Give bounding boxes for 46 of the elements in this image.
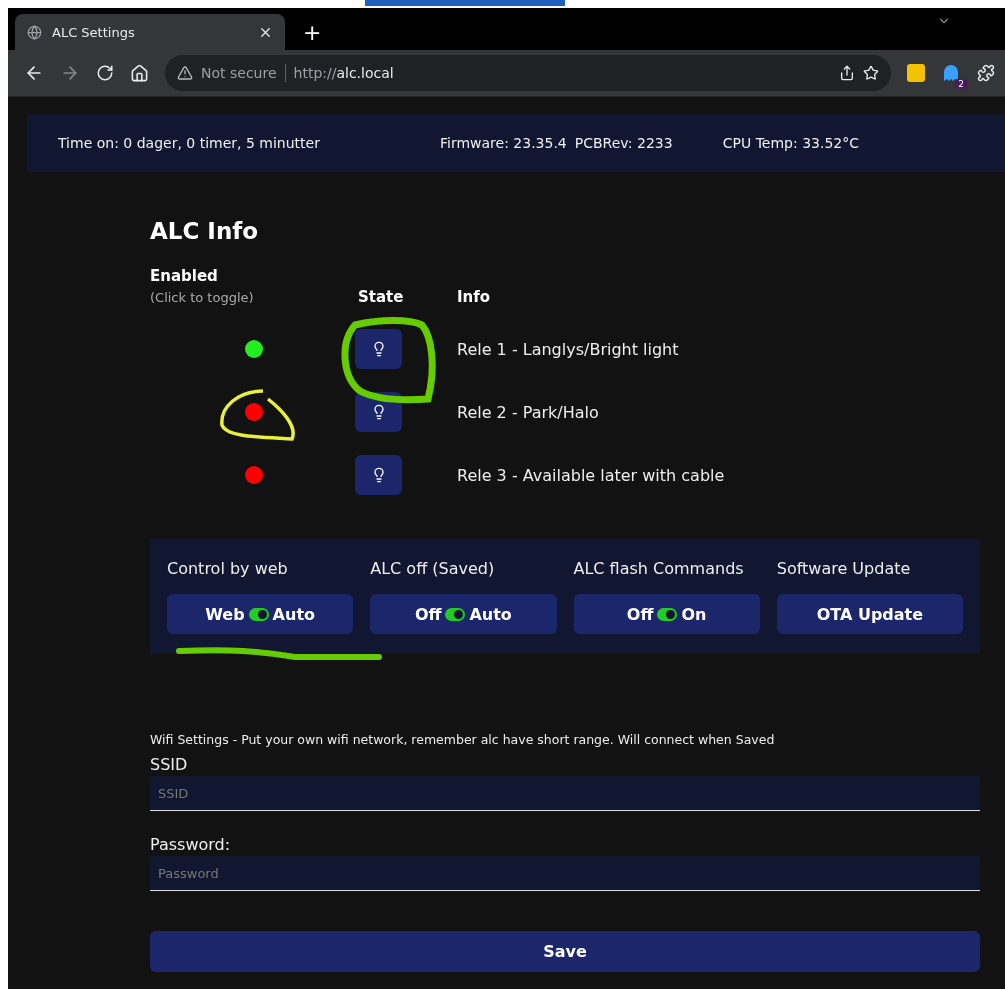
enabled-dot[interactable] xyxy=(244,340,263,358)
warning-icon xyxy=(177,65,193,81)
url-text: http://alc.local xyxy=(293,65,395,81)
cpu-temp-text: CPU Temp: 33.52°C xyxy=(722,135,859,151)
toggle-button[interactable]: Web Auto xyxy=(167,594,354,634)
firmware-text: Firmware: 23.35.4 xyxy=(440,135,567,151)
update-button[interactable]: OTA Update xyxy=(776,594,963,634)
page-title: ALC Info xyxy=(150,218,260,244)
browser-tab[interactable]: ALC Settings xyxy=(15,14,285,50)
tab-title: ALC Settings xyxy=(52,24,136,40)
globe-icon xyxy=(27,24,42,40)
column-header: State xyxy=(358,287,405,306)
relay-info: Rele 1 - Langlys/Bright light xyxy=(457,339,680,359)
relay-info: Rele 3 - Available later with cable xyxy=(457,465,726,485)
extension-badge: 2 xyxy=(955,79,967,89)
enabled-dot[interactable] xyxy=(244,403,263,421)
control-label: Control by web xyxy=(167,559,289,578)
new-tab-button[interactable]: + xyxy=(299,14,326,50)
column-header: Info xyxy=(457,287,492,306)
control-label: Software Update xyxy=(776,559,912,578)
field-label: Password: xyxy=(150,835,232,854)
reload-icon[interactable] xyxy=(96,64,114,82)
field-label: SSID xyxy=(150,755,189,774)
password-field[interactable]: Password xyxy=(150,856,980,891)
save-button[interactable]: Save xyxy=(150,931,980,972)
toggle-button[interactable]: Off Auto xyxy=(370,594,557,634)
star-icon[interactable] xyxy=(863,65,879,81)
share-icon[interactable] xyxy=(839,65,855,81)
wifi-note: Wifi Settings - Put your own wifi network, remember alc have short range. Will connect when Saved xyxy=(150,732,776,747)
pcb-text: PCBRev: 2233 xyxy=(574,135,674,151)
state-button[interactable] xyxy=(355,455,402,495)
control-label: ALC off (Saved) xyxy=(370,559,496,578)
address-bar[interactable]: Not secure http://alc.local xyxy=(165,55,891,91)
enabled-dot[interactable] xyxy=(244,466,263,484)
security-label: Not secure xyxy=(201,65,277,81)
control-label: ALC flash Commands xyxy=(573,559,745,578)
ghost-icon[interactable] xyxy=(941,63,961,83)
state-button[interactable] xyxy=(355,329,402,369)
puzzle-icon[interactable] xyxy=(977,64,995,82)
uptime-text: Time on: 0 dager, 0 timer, 5 minutter xyxy=(58,135,321,151)
toggle-button[interactable]: Off On xyxy=(573,594,760,634)
column-header: Enabled xyxy=(150,267,219,285)
column-hint: (Click to toggle) xyxy=(150,290,255,305)
relay-info: Rele 2 - Park/Halo xyxy=(457,402,600,422)
home-icon[interactable] xyxy=(130,63,149,83)
ssid-field[interactable]: SSID xyxy=(150,776,980,811)
